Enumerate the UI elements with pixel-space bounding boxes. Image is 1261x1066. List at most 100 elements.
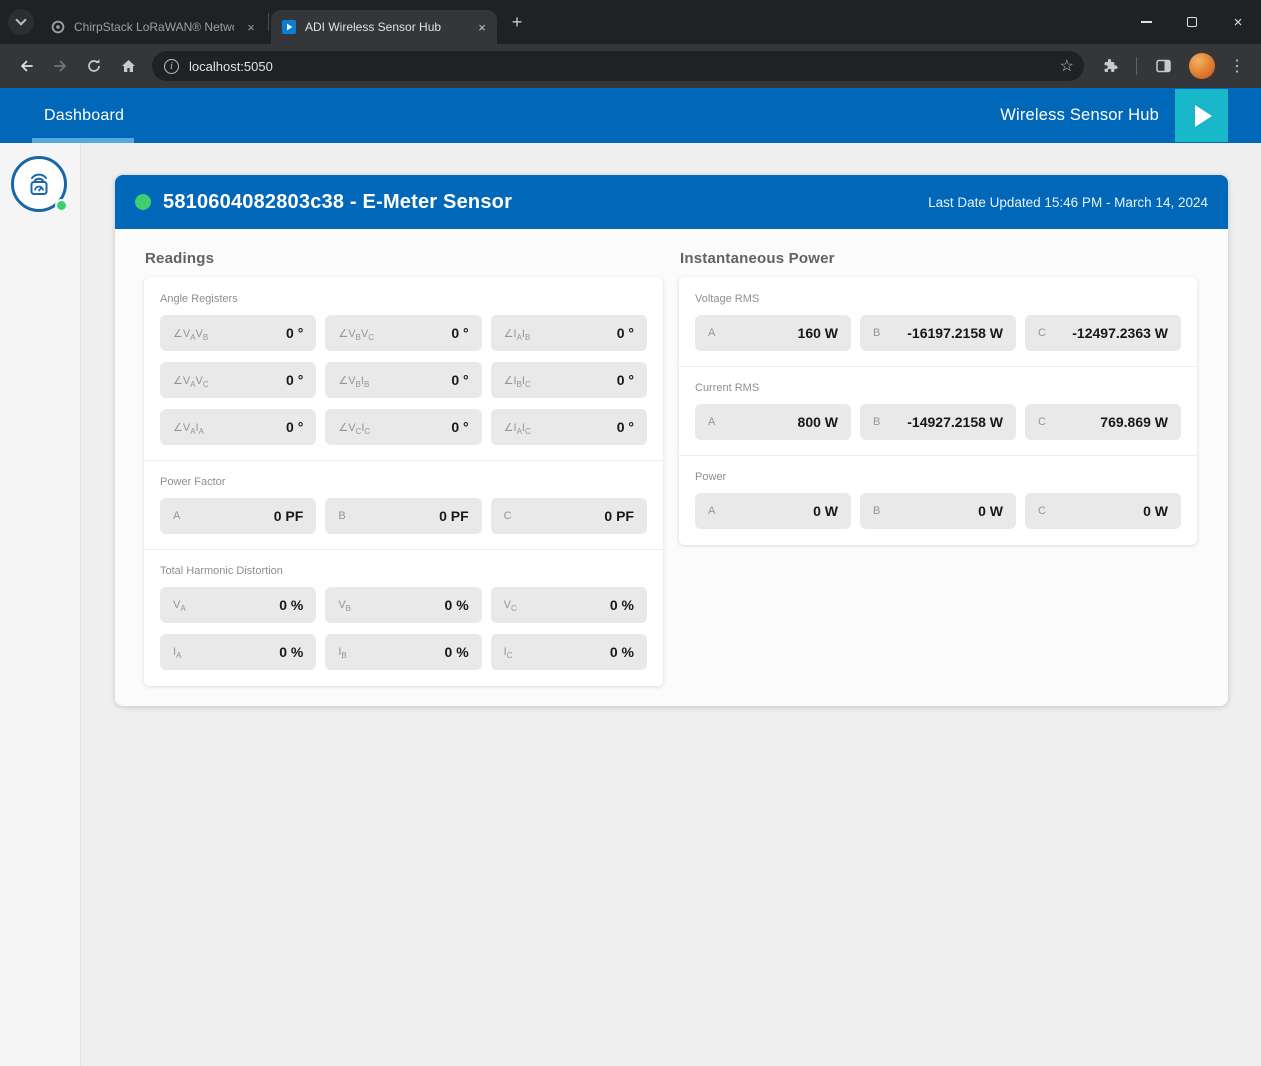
phase-label: C — [1038, 327, 1046, 339]
reading-value: 0 % — [610, 597, 634, 613]
power-factor-label: Power Factor — [160, 476, 647, 488]
back-icon — [18, 58, 35, 74]
forward-icon — [52, 58, 69, 74]
angle-readout: ∠IAIC0 ° — [491, 409, 647, 445]
home-button[interactable] — [112, 50, 144, 82]
forward-button[interactable] — [44, 50, 76, 82]
reading-label: IA — [173, 646, 181, 658]
reading-label: ∠VAVB — [173, 327, 208, 340]
browser-toolbar: i localhost:5050 ☆ ⋮ — [0, 44, 1261, 88]
sensor-status-dot — [55, 199, 68, 212]
thd-readout: VB 0 % — [325, 587, 481, 623]
instantaneous-heading: Instantaneous Power — [680, 250, 1197, 267]
angle-readout: ∠VAVB 0 ° — [160, 315, 316, 351]
reading-value: 0 % — [445, 597, 469, 613]
thd-readout: VC0 % — [491, 587, 647, 623]
toolbar-divider — [1136, 57, 1137, 75]
tab-close-icon[interactable]: × — [242, 18, 260, 36]
power-grid: A0 W B0 W C0 W — [695, 493, 1181, 529]
tab-search-button[interactable] — [8, 9, 34, 35]
adi-triangle-icon — [1195, 105, 1212, 127]
reading-label: ∠VAIA — [173, 421, 204, 434]
thd-readout: VA0 % — [160, 587, 316, 623]
instantaneous-card: Voltage RMS A 160 W B -16197.2158 W C -1249… — [679, 277, 1197, 545]
last-updated: Last Date Updated 15:46 PM - March 14, 2… — [928, 195, 1208, 210]
phase-label: A — [708, 505, 715, 517]
divider — [144, 460, 663, 461]
power-factor-grid: A0 PF B0 PF C0 PF — [160, 498, 647, 534]
main-content: 5810604082803c38 - E-Meter Sensor Last D… — [81, 143, 1261, 1066]
profile-avatar[interactable] — [1189, 53, 1215, 79]
browser-menu-icon[interactable]: ⋮ — [1225, 56, 1249, 76]
nav-dashboard[interactable]: Dashboard — [44, 88, 124, 143]
minimize-button[interactable] — [1123, 0, 1169, 44]
reading-value: 0 % — [279, 597, 303, 613]
phase-label: B — [873, 416, 880, 428]
voltage-rms-grid: A160 W B-16197.2158 W C-12497.2363 W — [695, 315, 1181, 351]
angle-readout: ∠VBIB0 ° — [325, 362, 481, 398]
phase-label: C — [1038, 416, 1046, 428]
tab-chirpstack[interactable]: ChirpStack LoRaWAN® Network × — [40, 10, 266, 44]
reading-label: VB — [338, 599, 351, 611]
thd-grid: VA0 % VB0 % VC0 % IA0 % IB0 % IC0 % — [160, 587, 647, 670]
reading-value: -16197.2158 W — [907, 325, 1003, 341]
app-header: Dashboard Wireless Sensor Hub — [0, 88, 1261, 143]
phase-label: A — [173, 510, 180, 522]
reading-value: -12497.2363 W — [1072, 325, 1168, 341]
reading-label: ∠VBIB — [338, 374, 369, 387]
angle-readout: ∠VCIC0 ° — [325, 409, 481, 445]
sidebar — [0, 143, 81, 1066]
current-readout: B-14927.2158 W — [860, 404, 1016, 440]
thd-readout: IA0 % — [160, 634, 316, 670]
phase-label: A — [708, 416, 715, 428]
voltage-readout: C -12497.2363 W — [1025, 315, 1181, 351]
device-title: 5810604082803c38 - E-Meter Sensor — [163, 191, 512, 214]
divider — [144, 549, 663, 550]
readings-heading: Readings — [145, 250, 663, 267]
close-icon: × — [1234, 15, 1243, 30]
tab-close-icon[interactable]: × — [473, 18, 491, 36]
angle-readout: ∠IBIC0 ° — [491, 362, 647, 398]
side-panel-button[interactable] — [1147, 50, 1179, 82]
phase-label: B — [873, 327, 880, 339]
url-text[interactable]: localhost:5050 — [189, 59, 1050, 74]
reading-value: 0 ° — [617, 325, 634, 341]
angle-registers-grid: ∠VAVB 0 ° ∠VBVC 0 ° ∠IAIB 0 ° ∠VAVC0 ° ∠VBI… — [160, 315, 647, 445]
tab-adi-hub[interactable]: ADI Wireless Sensor Hub × — [271, 10, 497, 44]
reading-value: 0 PF — [439, 508, 469, 524]
sensor-icon[interactable] — [11, 156, 69, 214]
puzzle-icon — [1102, 58, 1119, 75]
extensions-icon[interactable] — [1094, 50, 1126, 82]
voltage-rms-label: Voltage RMS — [695, 293, 1181, 305]
reading-value: 0 % — [610, 644, 634, 660]
reading-value: 0 ° — [617, 419, 634, 435]
phase-label: B — [873, 505, 880, 517]
device-panel-header: 5810604082803c38 - E-Meter Sensor Last D… — [115, 175, 1228, 229]
reading-value: 0 % — [445, 644, 469, 660]
reading-value: 0 ° — [451, 419, 468, 435]
tab-title: ChirpStack LoRaWAN® Network — [74, 20, 234, 34]
angle-readout: ∠IAIB 0 ° — [491, 315, 647, 351]
angle-readout: ∠VAVC0 ° — [160, 362, 316, 398]
maximize-button[interactable] — [1169, 0, 1215, 44]
adi-logo — [1175, 89, 1228, 142]
back-button[interactable] — [10, 50, 42, 82]
address-bar[interactable]: i localhost:5050 ☆ — [152, 51, 1084, 81]
tab-divider — [268, 13, 269, 31]
new-tab-button[interactable]: + — [503, 8, 531, 36]
reading-value: 0 ° — [286, 325, 303, 341]
power-readout: B0 W — [860, 493, 1016, 529]
close-button[interactable]: × — [1215, 0, 1261, 44]
site-info-icon[interactable]: i — [164, 59, 179, 74]
reading-label: ∠IAIB — [504, 327, 531, 340]
current-rms-label: Current RMS — [695, 382, 1181, 394]
reading-value: 160 W — [798, 325, 838, 341]
divider — [679, 366, 1197, 367]
bookmark-star-icon[interactable]: ☆ — [1060, 56, 1074, 76]
reading-label: ∠VBVC — [338, 327, 374, 340]
browser-window: ChirpStack LoRaWAN® Network × ADI Wirele… — [0, 0, 1261, 1066]
reload-button[interactable] — [78, 50, 110, 82]
minimize-icon — [1141, 21, 1152, 23]
tab-strip: ChirpStack LoRaWAN® Network × ADI Wirele… — [0, 0, 1261, 44]
reading-value: 0 W — [1143, 503, 1168, 519]
